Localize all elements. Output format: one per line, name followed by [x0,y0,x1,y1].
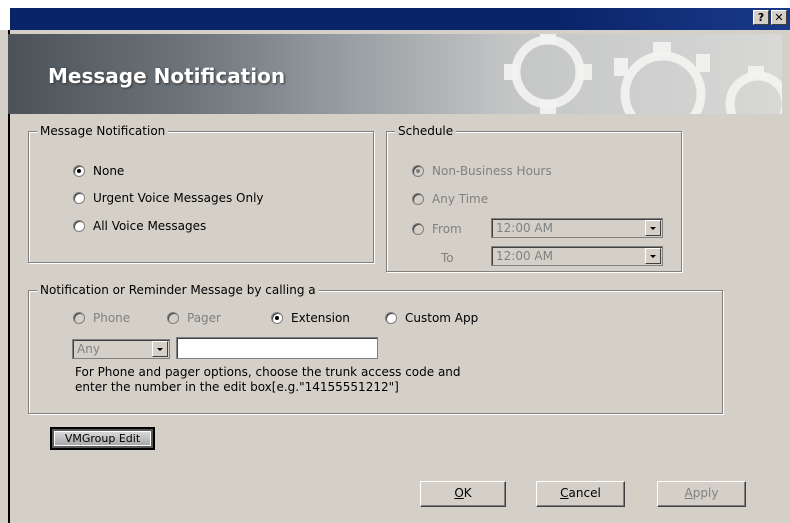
message-notification-legend: Message Notification [37,124,169,138]
ok-label: K [463,486,472,500]
schedule-legend: Schedule [395,124,457,138]
radio-none-label: None [93,164,125,178]
radio-any-time-label: Any Time [432,192,489,206]
close-icon: ✕ [774,11,784,24]
to-time-select[interactable]: 12:00 AM [491,246,663,266]
radio-custom-app-label: Custom App [405,311,479,325]
radio-indicator[interactable] [167,312,179,324]
radio-extension[interactable]: Extension [271,311,350,325]
trunk-access-value: Any [77,342,100,356]
apply-button[interactable]: Apply [657,481,746,507]
close-button[interactable]: ✕ [771,10,787,25]
to-time-value: 12:00 AM [496,249,553,263]
help-line-1: For Phone and pager options, choose the … [75,365,461,379]
radio-urgent-voice-messages[interactable]: Urgent Voice Messages Only [73,191,264,205]
radio-indicator[interactable] [73,312,85,324]
radio-indicator[interactable] [73,220,85,232]
title-bar-caption [10,8,790,30]
radio-phone-label: Phone [93,311,131,325]
cancel-button[interactable]: Cancel [536,481,625,507]
ok-accelerator: O [454,486,464,500]
chevron-down-icon[interactable] [645,248,661,264]
cancel-label: ancel [568,486,601,500]
radio-none[interactable]: None [73,164,124,178]
cancel-accelerator: C [560,486,569,500]
radio-indicator[interactable] [73,192,85,204]
radio-non-business-hours[interactable]: Non-Business Hours [412,164,552,178]
title-bar: ? ✕ [0,0,790,30]
chevron-down-icon[interactable] [152,341,168,357]
radio-phone[interactable]: Phone [73,311,130,325]
radio-all-label: All Voice Messages [93,219,207,233]
radio-urgent-label: Urgent Voice Messages Only [93,191,264,205]
radio-indicator[interactable] [73,165,85,177]
header-banner: Message Notification [8,34,782,114]
radio-all-voice-messages[interactable]: All Voice Messages [73,219,206,233]
radio-indicator[interactable] [271,312,283,324]
radio-indicator[interactable] [412,223,424,235]
banner-title: Message Notification [48,64,286,88]
radio-indicator[interactable] [412,165,424,177]
ok-button[interactable]: OK [420,481,506,507]
radio-any-time[interactable]: Any Time [412,192,488,206]
radio-pager-label: Pager [187,311,221,325]
vmgroup-edit-button[interactable]: VMGroup Edit [50,427,155,450]
to-label: To [441,251,454,265]
radio-from[interactable]: From [412,222,462,236]
radio-custom-app[interactable]: Custom App [385,311,478,325]
calling-legend: Notification or Reminder Message by call… [37,283,319,297]
phone-number-input[interactable] [176,337,378,359]
radio-non-business-label: Non-Business Hours [432,164,552,178]
help-line-2: enter the number in the edit box[e.g."14… [75,380,399,394]
help-button[interactable]: ? [753,10,769,25]
gears-icon [504,34,782,114]
radio-indicator[interactable] [385,312,397,324]
apply-accelerator: A [684,486,693,500]
chevron-down-icon[interactable] [645,220,661,236]
trunk-access-select[interactable]: Any [72,339,170,359]
from-time-value: 12:00 AM [496,221,553,235]
from-time-select[interactable]: 12:00 AM [491,218,663,238]
vmgroup-edit-label: VMGroup Edit [54,431,151,446]
radio-indicator[interactable] [412,193,424,205]
radio-pager[interactable]: Pager [167,311,221,325]
help-icon: ? [757,11,765,24]
radio-extension-label: Extension [291,311,350,325]
calling-help-text: For Phone and pager options, choose the … [75,365,461,395]
apply-label: pply [692,486,719,500]
radio-from-label: From [432,222,462,236]
